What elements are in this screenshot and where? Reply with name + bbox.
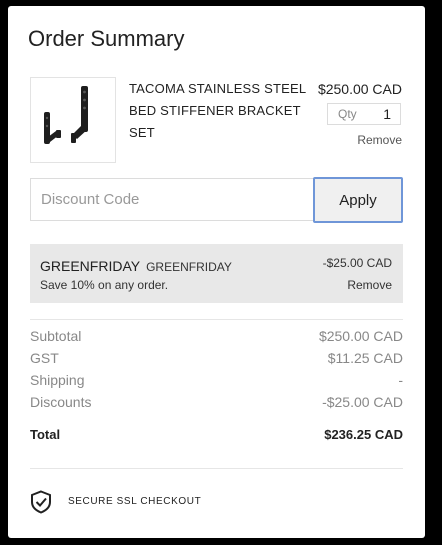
shipping-value: - (398, 372, 403, 388)
total-value: $236.25 CAD (324, 427, 403, 442)
shipping-row: Shipping - (30, 372, 403, 392)
gst-label: GST (30, 350, 59, 366)
quantity-field[interactable]: Qty 1 (327, 103, 401, 125)
promo-code-secondary: GREENFRIDAY (146, 260, 232, 274)
apply-discount-button[interactable]: Apply (313, 177, 403, 223)
divider (30, 468, 403, 469)
product-price: $250.00 CAD (317, 81, 402, 97)
discounts-label: Discounts (30, 394, 92, 410)
subtotal-label: Subtotal (30, 328, 82, 344)
gst-row: GST $11.25 CAD (30, 350, 403, 370)
product-thumbnail (30, 77, 116, 163)
bracket-icon (44, 86, 88, 144)
promo-description: Save 10% on any order. (40, 278, 169, 292)
product-name: TACOMA STAINLESS STEEL BED STIFFENER BRA… (129, 81, 306, 140)
remove-promo-link[interactable]: Remove (347, 278, 392, 292)
shield-check-icon (31, 490, 51, 514)
page-title: Order Summary (28, 26, 185, 51)
total-row: Total $236.25 CAD (30, 427, 403, 447)
discount-code-input[interactable] (30, 178, 314, 221)
discounts-row: Discounts -$25.00 CAD (30, 394, 403, 414)
divider (30, 319, 403, 320)
promo-code: GREENFRIDAY (40, 258, 141, 274)
discounts-value: -$25.00 CAD (322, 394, 403, 410)
remove-item-link[interactable]: Remove (357, 133, 402, 147)
order-summary-card: Order Summary TACOMA STAINLESS STEEL BED… (8, 6, 425, 538)
shipping-label: Shipping (30, 372, 85, 388)
quantity-value[interactable]: 1 (383, 106, 391, 122)
secure-checkout-label: SECURE SSL CHECKOUT (68, 496, 202, 507)
quantity-label: Qty (338, 107, 357, 121)
promo-amount: -$25.00 CAD (322, 256, 392, 270)
subtotal-row: Subtotal $250.00 CAD (30, 328, 403, 348)
total-label: Total (30, 427, 61, 442)
subtotal-value: $250.00 CAD (318, 328, 403, 344)
gst-value: $11.25 CAD (327, 350, 403, 366)
applied-promo: GREENFRIDAY GREENFRIDAY Save 10% on any o… (30, 244, 403, 303)
